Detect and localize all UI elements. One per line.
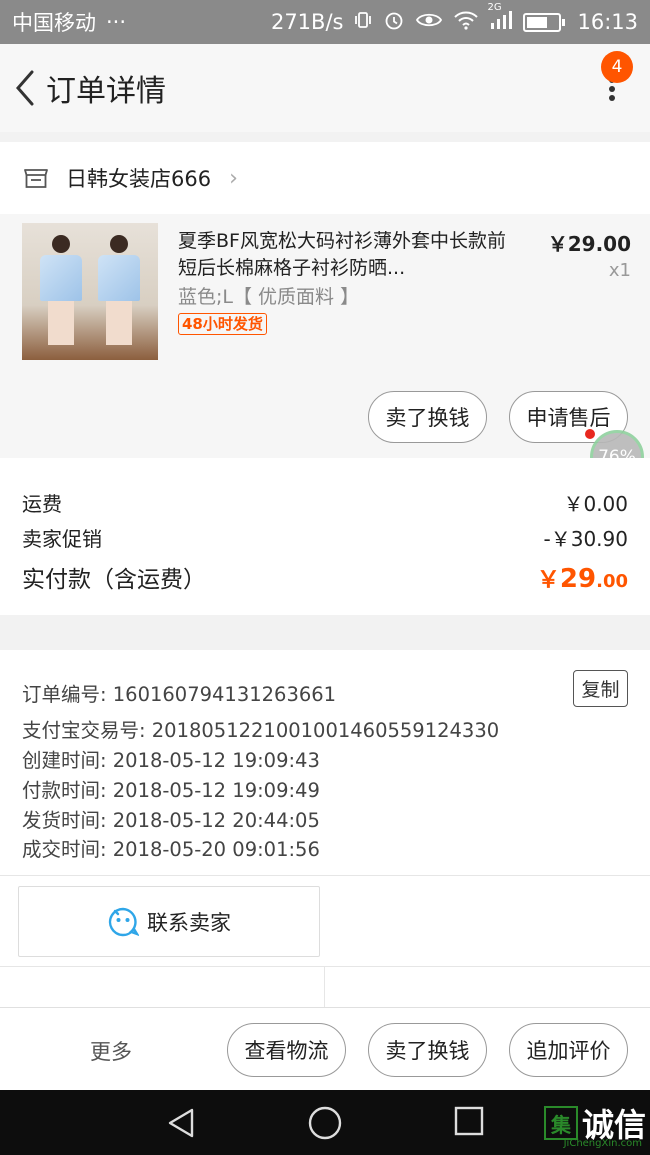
notification-dots: ··· bbox=[106, 10, 127, 34]
vibrate-icon bbox=[353, 10, 373, 35]
carrier-label: 中国移动 bbox=[12, 11, 96, 35]
contact-seller-button[interactable]: 联系卖家 bbox=[18, 886, 320, 957]
square-recents-icon bbox=[454, 1106, 484, 1136]
paid-time: 付款时间: 2018-05-12 19:09:49 bbox=[22, 779, 320, 802]
model-figure bbox=[96, 235, 142, 355]
more-link[interactable]: 更多 bbox=[90, 1036, 132, 1066]
divider bbox=[324, 966, 325, 1009]
total-integer: 29 bbox=[559, 564, 597, 594]
divider bbox=[0, 966, 650, 967]
resell-button[interactable]: 卖了换钱 bbox=[368, 391, 487, 443]
dot-icon bbox=[609, 95, 615, 101]
promo-label: 卖家促销 bbox=[22, 527, 102, 551]
product-image[interactable] bbox=[22, 223, 158, 360]
alipay-number: 支付宝交易号: 2018051221001001460559124330 bbox=[22, 719, 500, 742]
clock: 16:13 bbox=[577, 10, 638, 34]
battery-icon bbox=[523, 12, 566, 32]
created-time: 创建时间: 2018-05-12 19:09:43 bbox=[22, 749, 320, 772]
eye-icon bbox=[415, 11, 443, 34]
store-icon bbox=[24, 169, 48, 188]
watermark-logo: 集 bbox=[543, 1106, 578, 1140]
contact-area: 联系卖家 bbox=[0, 875, 650, 1009]
app-header: 订单详情 4 bbox=[0, 44, 650, 132]
add-review-button[interactable]: 追加评价 bbox=[509, 1023, 628, 1077]
resell-button-bottom[interactable]: 卖了换钱 bbox=[368, 1023, 487, 1077]
wifi-icon bbox=[453, 10, 479, 35]
shop-row[interactable]: 日韩女装店666 › bbox=[0, 142, 650, 214]
shop-name: 日韩女装店666 bbox=[66, 167, 212, 191]
promo-value: -￥30.90 bbox=[543, 527, 628, 551]
view-logistics-button[interactable]: 查看物流 bbox=[227, 1023, 346, 1077]
total-label: 实付款（含运费） bbox=[22, 567, 206, 593]
status-bar: 中国移动 ··· 271B/s 2G 16:13 bbox=[0, 0, 650, 44]
total-row: 实付款（含运费） ￥29.00 bbox=[22, 560, 628, 594]
product-title: 夏季BF风宽松大码衬衫薄外套中长款前短后长棉麻格子衬衫防晒... bbox=[178, 230, 506, 279]
shipping-value: ￥0.00 bbox=[563, 492, 628, 516]
alarm-icon bbox=[383, 9, 405, 36]
contact-seller-label: 联系卖家 bbox=[147, 910, 231, 935]
dot-icon bbox=[609, 86, 615, 92]
product-quantity: x1 bbox=[608, 260, 631, 281]
price-summary: 运费 ￥0.00 卖家促销 -￥30.90 实付款（含运费） ￥29.00 bbox=[0, 458, 650, 615]
order-info: 订单编号: 160160794131263661 复制 支付宝交易号: 2018… bbox=[0, 650, 650, 875]
copy-button[interactable]: 复制 bbox=[573, 670, 628, 707]
total-currency: ￥ bbox=[536, 567, 560, 593]
promo-row: 卖家促销 -￥30.90 bbox=[22, 523, 628, 552]
total-price: ￥29.00 bbox=[537, 560, 628, 594]
notification-badge: 4 bbox=[601, 51, 633, 83]
shipped-time: 发货时间: 2018-05-12 20:44:05 bbox=[22, 809, 320, 832]
nav-home-button[interactable] bbox=[307, 1106, 343, 1146]
chat-face-icon bbox=[108, 907, 139, 936]
system-nav-bar: 集 诚信 JiChengXin.com bbox=[0, 1090, 650, 1155]
shipping-label: 运费 bbox=[22, 492, 62, 516]
circle-home-icon bbox=[308, 1106, 342, 1140]
model-figure bbox=[38, 235, 84, 355]
watermark-url: JiChengXin.com bbox=[563, 1138, 642, 1149]
red-dot-indicator bbox=[585, 429, 595, 439]
back-button[interactable] bbox=[6, 69, 44, 107]
total-decimal: .00 bbox=[596, 571, 628, 592]
order-number: 订单编号: 160160794131263661 bbox=[22, 683, 337, 706]
product-card[interactable]: 夏季BF风宽松大码衬衫薄外套中长款前短后长棉麻格子衬衫防晒... 蓝色;L【 优… bbox=[0, 214, 650, 458]
chevron-right-icon: › bbox=[229, 165, 238, 191]
product-sku: 蓝色;L【 优质面料 】 bbox=[178, 286, 360, 308]
signal-icon: 2G bbox=[487, 2, 513, 35]
completed-time: 成交时间: 2018-05-20 09:01:56 bbox=[22, 838, 320, 861]
shipping-tag: 48小时发货 bbox=[178, 313, 267, 335]
network-speed: 271B/s bbox=[270, 10, 344, 34]
triangle-back-icon bbox=[168, 1108, 194, 1138]
product-price: ￥29.00 bbox=[547, 232, 631, 256]
nav-recents-button[interactable] bbox=[453, 1106, 485, 1142]
shipping-row: 运费 ￥0.00 bbox=[22, 488, 628, 517]
page-title: 订单详情 bbox=[46, 74, 166, 109]
bottom-action-bar: 更多 查看物流 卖了换钱 追加评价 bbox=[0, 1007, 650, 1090]
network-type: 2G bbox=[487, 1, 502, 13]
nav-back-button[interactable] bbox=[164, 1106, 198, 1144]
chevron-left-icon bbox=[16, 70, 34, 106]
